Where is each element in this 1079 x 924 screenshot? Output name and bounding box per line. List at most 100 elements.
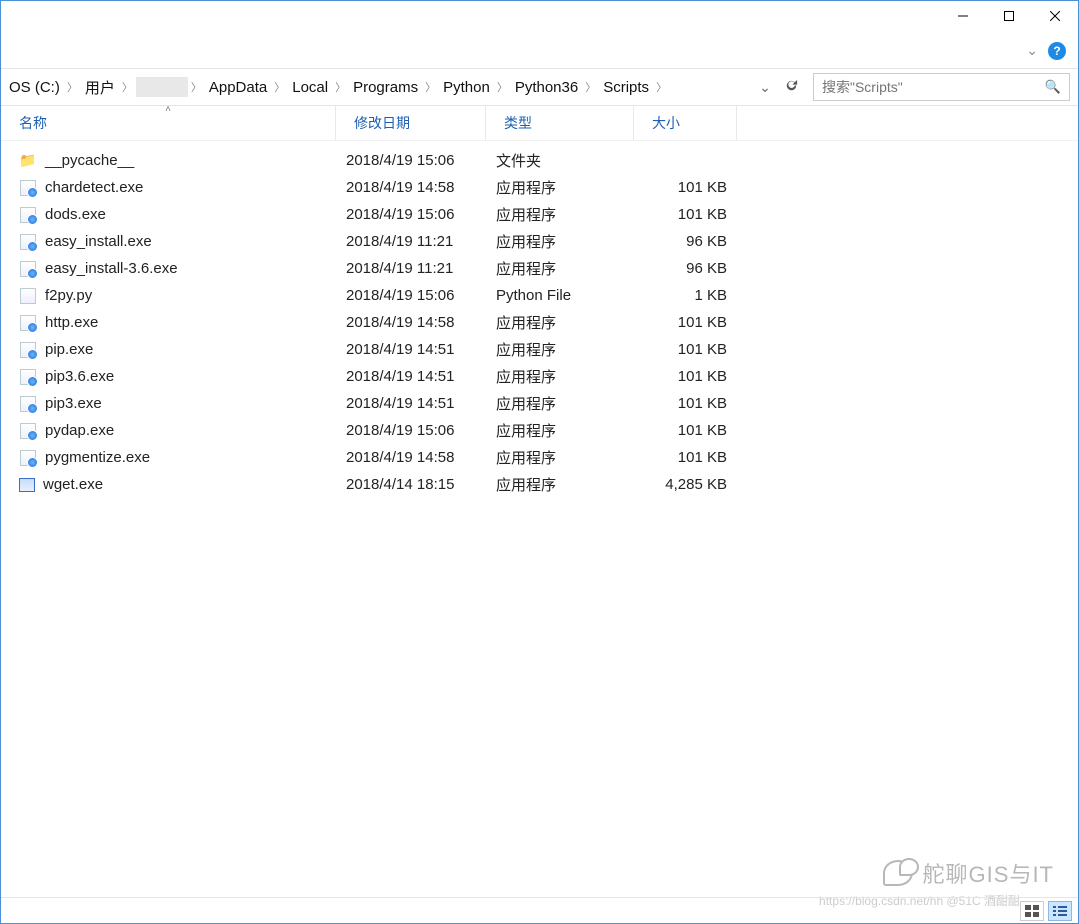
exe-icon (19, 206, 37, 224)
file-name: pip3.exe (45, 395, 102, 412)
maximize-button[interactable] (986, 1, 1032, 31)
file-name: dods.exe (45, 206, 106, 223)
file-type: 应用程序 (486, 474, 634, 495)
chevron-right-icon[interactable]: 〉 (582, 79, 599, 95)
file-row[interactable]: dods.exe2018/4/19 15:06应用程序101 KB (1, 201, 1078, 228)
view-large-icons-button[interactable] (1020, 901, 1044, 921)
file-size: 101 KB (634, 368, 737, 385)
chevron-right-icon[interactable]: 〉 (64, 79, 81, 95)
exe-icon (19, 260, 37, 278)
exe-icon (19, 449, 37, 467)
file-row[interactable]: easy_install-3.6.exe2018/4/19 11:21应用程序9… (1, 255, 1078, 282)
file-size: 101 KB (634, 179, 737, 196)
breadcrumb-segment[interactable]: Scripts (599, 79, 653, 96)
exe-icon (19, 422, 37, 440)
chevron-down-icon[interactable]: ⌄ (1026, 42, 1038, 59)
file-date: 2018/4/19 14:58 (336, 179, 486, 196)
chevron-right-icon[interactable]: 〉 (119, 79, 136, 95)
file-date: 2018/4/19 15:06 (336, 152, 486, 169)
file-name: wget.exe (43, 476, 103, 493)
column-header-name-label: 名称 (19, 113, 47, 133)
file-list: 📁__pycache__2018/4/19 15:06文件夹chardetect… (1, 141, 1078, 498)
file-size: 101 KB (634, 449, 737, 466)
breadcrumb-segment[interactable]: OS (C:) (5, 79, 64, 96)
breadcrumb-segment[interactable] (136, 77, 188, 97)
chevron-right-icon[interactable]: 〉 (494, 79, 511, 95)
application-icon (19, 478, 35, 492)
file-row[interactable]: easy_install.exe2018/4/19 11:21应用程序96 KB (1, 228, 1078, 255)
chevron-right-icon[interactable]: 〉 (653, 79, 670, 95)
file-size: 101 KB (634, 314, 737, 331)
file-type: 应用程序 (486, 177, 634, 198)
exe-icon (19, 341, 37, 359)
help-button[interactable]: ? (1048, 42, 1066, 60)
history-dropdown-icon[interactable]: ⌄ (755, 79, 775, 96)
exe-icon (19, 395, 37, 413)
file-name: pygmentize.exe (45, 449, 150, 466)
file-name: pydap.exe (45, 422, 114, 439)
breadcrumb-segment[interactable]: Python (439, 79, 494, 96)
file-row[interactable]: 📁__pycache__2018/4/19 15:06文件夹 (1, 147, 1078, 174)
file-row[interactable]: pip.exe2018/4/19 14:51应用程序101 KB (1, 336, 1078, 363)
file-date: 2018/4/19 11:21 (336, 233, 486, 250)
file-row[interactable]: http.exe2018/4/19 14:58应用程序101 KB (1, 309, 1078, 336)
breadcrumb-segment[interactable]: 用户 (81, 77, 119, 98)
file-date: 2018/4/19 14:51 (336, 368, 486, 385)
chevron-right-icon[interactable]: 〉 (422, 79, 439, 95)
file-type: 应用程序 (486, 258, 634, 279)
column-header-type[interactable]: 类型 (486, 106, 634, 140)
file-name: chardetect.exe (45, 179, 143, 196)
titlebar (1, 1, 1078, 33)
file-type: 应用程序 (486, 420, 634, 441)
folder-icon: 📁 (19, 152, 37, 170)
file-row[interactable]: pydap.exe2018/4/19 15:06应用程序101 KB (1, 417, 1078, 444)
exe-icon (19, 314, 37, 332)
breadcrumb-segment[interactable]: AppData (205, 79, 271, 96)
file-type: 应用程序 (486, 312, 634, 333)
file-size: 101 KB (634, 206, 737, 223)
minimize-icon (958, 11, 968, 21)
file-row[interactable]: pip3.exe 2018/4/19 14:51应用程序101 KB (1, 390, 1078, 417)
watermark: 舵聊GIS与IT (883, 857, 1054, 889)
column-header-date[interactable]: 修改日期 (336, 106, 486, 140)
close-button[interactable] (1032, 1, 1078, 31)
file-row[interactable]: wget.exe2018/4/14 18:15应用程序4,285 KB (1, 471, 1078, 498)
file-type: 应用程序 (486, 366, 634, 387)
column-headers: 名称 ˄ 修改日期 类型 大小 (1, 106, 1078, 141)
file-date: 2018/4/19 14:58 (336, 449, 486, 466)
file-row[interactable]: chardetect.exe 2018/4/19 14:58应用程序101 KB (1, 174, 1078, 201)
chevron-right-icon[interactable]: 〉 (188, 79, 205, 95)
search-box[interactable]: 🔍 (813, 73, 1070, 101)
file-type: 应用程序 (486, 447, 634, 468)
chevron-right-icon[interactable]: 〉 (271, 79, 288, 95)
breadcrumb-segment[interactable]: Programs (349, 79, 422, 96)
file-row[interactable]: f2py.py2018/4/19 15:06Python File1 KB (1, 282, 1078, 309)
file-size: 101 KB (634, 341, 737, 358)
maximize-icon (1004, 11, 1014, 21)
file-date: 2018/4/19 11:21 (336, 260, 486, 277)
file-name: easy_install.exe (45, 233, 152, 250)
python-file-icon (19, 287, 37, 305)
file-size: 101 KB (634, 395, 737, 412)
refresh-icon[interactable] (781, 78, 801, 96)
view-details-button[interactable] (1048, 901, 1072, 921)
breadcrumb-segment[interactable]: Local (288, 79, 332, 96)
file-row[interactable]: pip3.6.exe2018/4/19 14:51应用程序101 KB (1, 363, 1078, 390)
file-type: 应用程序 (486, 393, 634, 414)
breadcrumb[interactable]: OS (C:)〉用户〉〉AppData〉Local〉Programs〉Pytho… (1, 69, 747, 105)
watermark-text: 舵聊GIS与IT (923, 857, 1054, 889)
minimize-button[interactable] (940, 1, 986, 31)
file-name: f2py.py (45, 287, 92, 304)
file-name: http.exe (45, 314, 98, 331)
file-name: pip.exe (45, 341, 93, 358)
chevron-right-icon[interactable]: 〉 (332, 79, 349, 95)
column-header-name[interactable]: 名称 ˄ (1, 106, 336, 140)
breadcrumb-segment[interactable]: Python36 (511, 79, 582, 96)
column-header-size[interactable]: 大小 (634, 106, 737, 140)
file-date: 2018/4/19 14:51 (336, 395, 486, 412)
file-row[interactable]: pygmentize.exe 2018/4/19 14:58应用程序101 KB (1, 444, 1078, 471)
search-icon[interactable]: 🔍 (1045, 79, 1061, 95)
exe-icon (19, 233, 37, 251)
search-input[interactable] (822, 79, 1045, 95)
exe-icon (19, 179, 37, 197)
